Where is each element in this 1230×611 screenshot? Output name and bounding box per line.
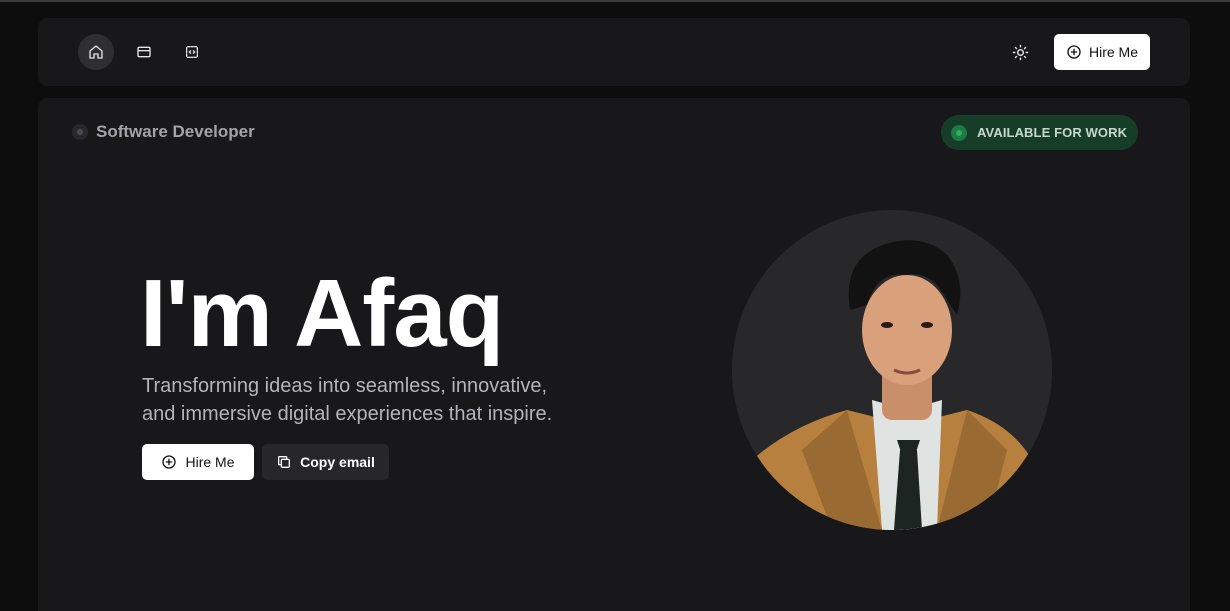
status-badge: AVAILABLE FOR WORK bbox=[941, 115, 1138, 150]
copy-icon bbox=[278, 456, 291, 468]
code-icon[interactable] bbox=[174, 34, 210, 70]
hero-hire-me-label: Hire Me bbox=[185, 454, 235, 470]
role-dot-icon bbox=[72, 124, 88, 140]
nav-hire-me-label: Hire Me bbox=[1088, 44, 1138, 60]
hero-panel: Software Developer AVAILABLE FOR WORK I'… bbox=[38, 98, 1190, 611]
role-tag: Software Developer bbox=[72, 122, 255, 142]
hero-hire-me-button[interactable]: Hire Me bbox=[142, 444, 254, 480]
top-navbar: Hire Me bbox=[38, 18, 1190, 86]
status-label: AVAILABLE FOR WORK bbox=[977, 125, 1128, 140]
plus-circle-icon bbox=[1067, 45, 1081, 59]
home-icon[interactable] bbox=[78, 34, 114, 70]
status-dot-icon bbox=[951, 124, 967, 141]
hero-title: I'm Afaq bbox=[140, 260, 504, 367]
role-label: Software Developer bbox=[96, 122, 255, 141]
hero-subtitle: Transforming ideas into seamless, innova… bbox=[142, 375, 553, 425]
sun-icon[interactable] bbox=[1002, 34, 1038, 70]
copy-email-button[interactable]: Copy email bbox=[262, 444, 389, 480]
copy-email-label: Copy email bbox=[300, 454, 375, 470]
plus-circle-icon bbox=[162, 455, 177, 469]
nav-hire-me-button[interactable]: Hire Me bbox=[1054, 34, 1150, 70]
card-icon[interactable] bbox=[126, 34, 162, 70]
profile-photo bbox=[732, 210, 1052, 530]
window-top-border bbox=[0, 0, 1230, 2]
